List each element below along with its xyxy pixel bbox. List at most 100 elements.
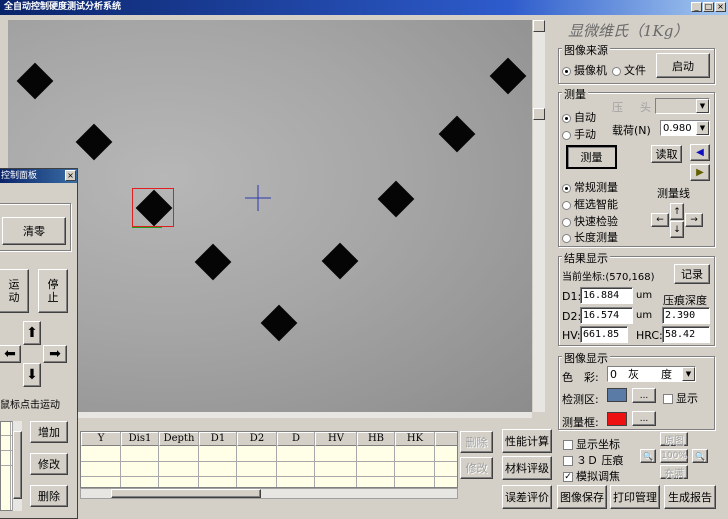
zoom-in-icon[interactable]: 🔍 <box>692 449 708 463</box>
image-viewport[interactable] <box>8 20 532 412</box>
line-up-button[interactable]: ↑ <box>670 203 684 220</box>
table-header-dis1[interactable]: Dis1 <box>121 432 159 446</box>
viewport-vertical-scrollbar[interactable] <box>533 20 545 412</box>
hv-field[interactable]: 661.85 <box>580 326 628 343</box>
control-panel: 控制面板 × 清零 运 动 停 止 ⬆ ⬅ ➡ ⬇ 鼠标点击运动 增加 修改 删… <box>0 168 78 519</box>
add-position-button[interactable]: 增加 <box>30 421 68 443</box>
table-header-hb[interactable]: HB <box>357 432 395 446</box>
auto-radio[interactable]: 自动 <box>562 109 596 125</box>
table-header-hk[interactable]: HK <box>395 432 435 446</box>
modify-position-button[interactable]: 修改 <box>30 453 68 475</box>
mode-quick-radio[interactable]: 快速检验 <box>562 213 618 229</box>
frame-color-swatch[interactable] <box>607 412 627 426</box>
measure-button[interactable]: 测量 <box>566 145 617 169</box>
table-header-y[interactable]: Y <box>81 432 121 446</box>
frame-label: 测量框: <box>562 416 599 429</box>
read-button[interactable]: 读取 <box>651 145 682 163</box>
stop-button[interactable]: 停 止 <box>38 269 68 313</box>
record-button[interactable]: 记录 <box>674 264 710 284</box>
mode-smart-radio[interactable]: 框选智能 <box>562 196 618 212</box>
load-label: 载荷(N) <box>612 124 651 137</box>
d2-unit: um <box>636 310 653 321</box>
table-horizontal-scrollbar[interactable] <box>80 488 458 499</box>
manual-radio[interactable]: 手动 <box>562 126 596 142</box>
frame-color-button[interactable]: ... <box>632 411 656 426</box>
show-checkbox[interactable]: 显示 <box>663 390 698 406</box>
chevron-down-icon: ▼ <box>696 99 709 113</box>
move-right-icon[interactable]: ➡ <box>43 345 67 363</box>
run-button[interactable]: 运 动 <box>0 269 29 313</box>
detect-color-button[interactable]: ... <box>632 388 656 403</box>
table-header-hv[interactable]: HV <box>315 432 357 446</box>
mode-length-radio[interactable]: 长度测量 <box>562 229 618 245</box>
minimize-button[interactable]: _ <box>691 2 702 12</box>
position-list-thumb[interactable] <box>13 431 22 499</box>
viewport-horizontal-scrollbar[interactable] <box>8 412 532 418</box>
zoom-value: 100% <box>660 449 688 463</box>
color-select[interactable]: 0 灰 度 ▼ <box>607 366 696 382</box>
d1-field[interactable]: 16.884 <box>580 287 633 304</box>
simulate-focus-checkbox[interactable]: ✓ 模拟调焦 <box>563 468 620 484</box>
save-image-button[interactable]: 图像保存 <box>557 485 607 509</box>
color-label: 色 彩: <box>562 371 599 384</box>
results-title: 结果显示 <box>562 250 610 266</box>
window-controls: _ □ × <box>691 2 726 12</box>
fill-image-button[interactable]: 充满 <box>660 465 688 480</box>
generate-report-button[interactable]: 生成报告 <box>664 485 716 509</box>
image-source-title: 图像来源 <box>562 42 610 58</box>
hrc-field[interactable]: 58.42 <box>662 326 710 343</box>
d2-label: D2: <box>562 310 582 323</box>
close-button[interactable]: × <box>715 2 726 12</box>
table-header-depth[interactable]: Depth <box>159 432 199 446</box>
depth-field[interactable]: 2.390 <box>662 307 710 324</box>
window-title-bar: 全自动控制硬度测试分析系统 <box>0 0 728 15</box>
detect-color-swatch[interactable] <box>607 388 627 402</box>
table-header-d[interactable]: D <box>277 432 315 446</box>
scroll-up-button[interactable] <box>533 20 545 32</box>
prev-icon[interactable]: ◀ <box>690 144 710 161</box>
window-title: 全自动控制硬度测试分析系统 <box>4 2 122 12</box>
start-button[interactable]: 启动 <box>656 53 710 78</box>
move-hint: 鼠标点击运动 <box>0 400 60 411</box>
next-icon[interactable]: ▶ <box>690 164 710 181</box>
close-icon[interactable]: × <box>65 170 76 181</box>
line-left-button[interactable]: ← <box>651 213 669 227</box>
chevron-down-icon: ▼ <box>696 121 709 135</box>
clear-button[interactable]: 清零 <box>2 217 66 245</box>
position-list-scrollbar[interactable] <box>12 421 22 511</box>
results-table[interactable]: Y Dis1 Depth D1 D2 D HV HB HK <box>80 431 458 488</box>
detect-label: 检测区: <box>562 393 599 406</box>
scroll-thumb[interactable] <box>533 108 545 120</box>
performance-button[interactable]: 性能计算 <box>502 429 552 453</box>
line-right-button[interactable]: → <box>685 213 703 227</box>
table-header-d2[interactable]: D2 <box>237 432 277 446</box>
d2-field[interactable]: 16.574 <box>580 307 633 324</box>
show-coord-checkbox[interactable]: 显示坐标 <box>563 436 620 452</box>
coord-label: 当前坐标:(570,168) <box>562 272 655 283</box>
move-up-icon[interactable]: ⬆ <box>23 321 41 345</box>
zoom-out-icon[interactable]: 🔍 <box>640 449 656 463</box>
restore-image-button[interactable]: 原图 <box>660 432 688 447</box>
indenter-select[interactable]: ▼ <box>655 98 710 114</box>
print-manage-button[interactable]: 打印管理 <box>610 485 660 509</box>
delete-position-button[interactable]: 删除 <box>30 485 68 507</box>
depth-label: 压痕深度 <box>663 294 707 307</box>
table-modify-button[interactable]: 修改 <box>460 457 493 479</box>
error-eval-button[interactable]: 误差评价 <box>502 485 552 509</box>
pressure-3d-checkbox[interactable]: ３Ｄ 压痕 <box>563 452 624 468</box>
load-select[interactable]: 0.980 ▼ <box>660 120 710 136</box>
material-rating-button[interactable]: 材料评级 <box>502 456 552 480</box>
hrc-label: HRC: <box>636 329 663 342</box>
file-radio[interactable]: 文件 <box>612 62 646 78</box>
brand-label: 显微维氏（1Kg） <box>568 22 689 40</box>
move-left-icon[interactable]: ⬅ <box>0 345 21 363</box>
table-delete-button[interactable]: 删除 <box>460 431 493 453</box>
maximize-button[interactable]: □ <box>703 2 714 12</box>
table-header-d1[interactable]: D1 <box>199 432 237 446</box>
line-down-button[interactable]: ↓ <box>670 221 684 238</box>
control-panel-title-bar[interactable]: 控制面板 × <box>0 169 77 183</box>
mode-normal-radio[interactable]: 常规测量 <box>562 179 618 195</box>
table-scroll-thumb[interactable] <box>111 489 261 498</box>
camera-radio[interactable]: 摄像机 <box>562 62 607 78</box>
move-down-icon[interactable]: ⬇ <box>23 363 41 387</box>
